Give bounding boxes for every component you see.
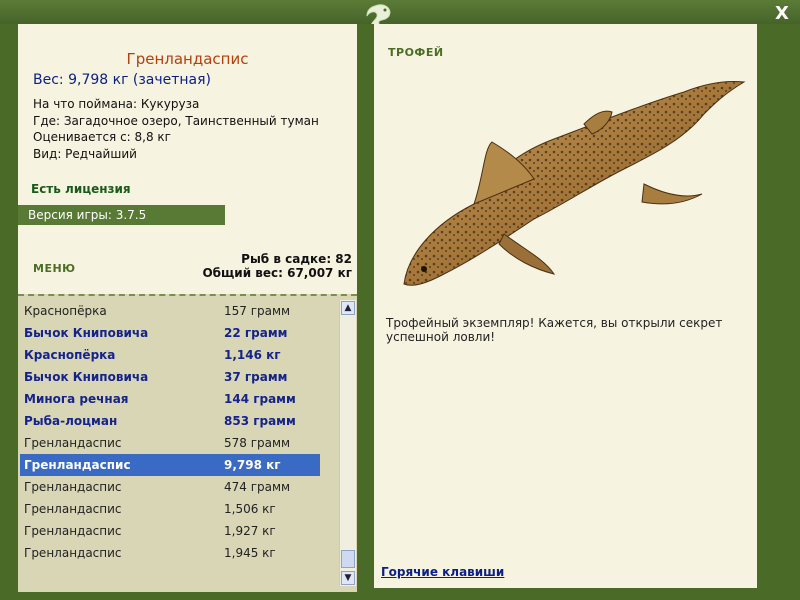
kind-info: Вид: Редчайший	[33, 146, 137, 161]
list-item[interactable]: Гренландаспис 1,927 кг	[20, 520, 320, 542]
fish-image	[403, 81, 746, 286]
catch-name: Гренландаспис	[24, 436, 122, 450]
catch-list[interactable]: Краснопёрка 157 грамм Бычок Книповича 22 г…	[20, 300, 320, 564]
fish-details: На что поймана: Кукуруза Где: Загадочное…	[33, 96, 319, 162]
catch-weight: 37 грамм	[224, 370, 288, 384]
catch-name: Гренландаспис	[24, 524, 122, 538]
panel-divider	[357, 24, 374, 600]
fish-info-panel: Гренландаспис Вес: 9,798 кг (зачетная) Н…	[18, 24, 357, 592]
game-window: X Гренландаспис Вес: 9,798 кг (зачетная)…	[0, 0, 800, 600]
list-item[interactable]: Краснопёрка 157 грамм	[20, 300, 320, 322]
menu-button[interactable]: МЕНЮ	[33, 262, 76, 275]
catch-name: Рыба-лоцман	[24, 414, 118, 428]
fish-name: Гренландаспис	[126, 50, 249, 68]
close-button[interactable]: X	[772, 4, 792, 24]
catch-weight: 1,146 кг	[224, 348, 281, 362]
version-bar: Версия игры: 3.7.5	[18, 205, 225, 225]
catch-stats: Рыб в садке: 82 Общий вес: 67,007 кг	[202, 252, 352, 280]
list-item[interactable]: Гренландаспис 1,506 кг	[20, 498, 320, 520]
license-status: Есть лицензия	[31, 182, 131, 196]
close-icon[interactable]: X	[775, 3, 789, 24]
catch-weight: 157 грамм	[224, 304, 291, 318]
trophy-panel: ТРОФЕЙ Трофейный экземпляр! Кажется, вы …	[374, 24, 757, 588]
divider-line	[18, 294, 357, 296]
list-scrollbar[interactable]: ▲ ▼	[339, 300, 356, 586]
catch-weight: 853 грамм	[224, 414, 296, 428]
catch-weight: 578 грамм	[224, 436, 291, 450]
catch-name: Бычок Книповича	[24, 370, 149, 384]
catch-weight: 9,798 кг	[224, 458, 281, 472]
list-item[interactable]: Гренландаспис 578 грамм	[20, 432, 320, 454]
scrollbar-thumb[interactable]	[341, 550, 355, 568]
list-item[interactable]: Гренландаспис 474 грамм	[20, 476, 320, 498]
chevron-up-icon[interactable]: ▲	[341, 301, 355, 315]
catch-weight: 144 грамм	[224, 392, 296, 406]
catch-weight: 1,506 кг	[224, 502, 276, 516]
list-item[interactable]: Бычок Книповича 37 грамм	[20, 366, 320, 388]
total-weight: Общий вес: 67,007 кг	[202, 266, 352, 280]
value-info: Оценивается с: 8,8 кг	[33, 130, 171, 144]
hotkeys-link[interactable]: Горячие клавиши	[381, 565, 504, 579]
fish-weight: Вес: 9,798 кг (зачетная)	[33, 72, 212, 88]
catch-weight: 474 грамм	[224, 480, 291, 494]
list-item[interactable]: Минога речная 144 грамм	[20, 388, 320, 410]
fish-count: Рыб в садке: 82	[241, 252, 352, 266]
list-item[interactable]: Бычок Книповича 22 грамм	[20, 322, 320, 344]
catch-name: Гренландаспис	[24, 480, 122, 494]
catch-name: Краснопёрка	[24, 304, 107, 318]
catch-weight: 1,927 кг	[224, 524, 276, 538]
catch-name: Бычок Книповича	[24, 326, 149, 340]
catch-name: Гренландаспис	[24, 502, 122, 516]
catch-weight: 22 грамм	[224, 326, 288, 340]
catch-weight: 1,945 кг	[224, 546, 276, 560]
catch-name: Краснопёрка	[24, 348, 116, 362]
list-item[interactable]: Краснопёрка 1,146 кг	[20, 344, 320, 366]
catch-name: Гренландаспис	[24, 458, 131, 472]
bait-info: На что поймана: Кукуруза	[33, 97, 200, 111]
chevron-down-icon[interactable]: ▼	[341, 571, 355, 585]
catch-name: Минога речная	[24, 392, 129, 406]
catch-name: Гренландаспис	[24, 546, 122, 560]
trophy-description: Трофейный экземпляр! Кажется, вы открыли…	[386, 316, 723, 344]
list-item[interactable]: Рыба-лоцман 853 грамм	[20, 410, 320, 432]
location-info: Где: Загадочное озеро, Таинственный тума…	[33, 113, 319, 128]
list-item[interactable]: Гренландаспис 9,798 кг	[20, 454, 320, 476]
list-item[interactable]: Гренландаспис 1,945 кг	[20, 542, 320, 564]
